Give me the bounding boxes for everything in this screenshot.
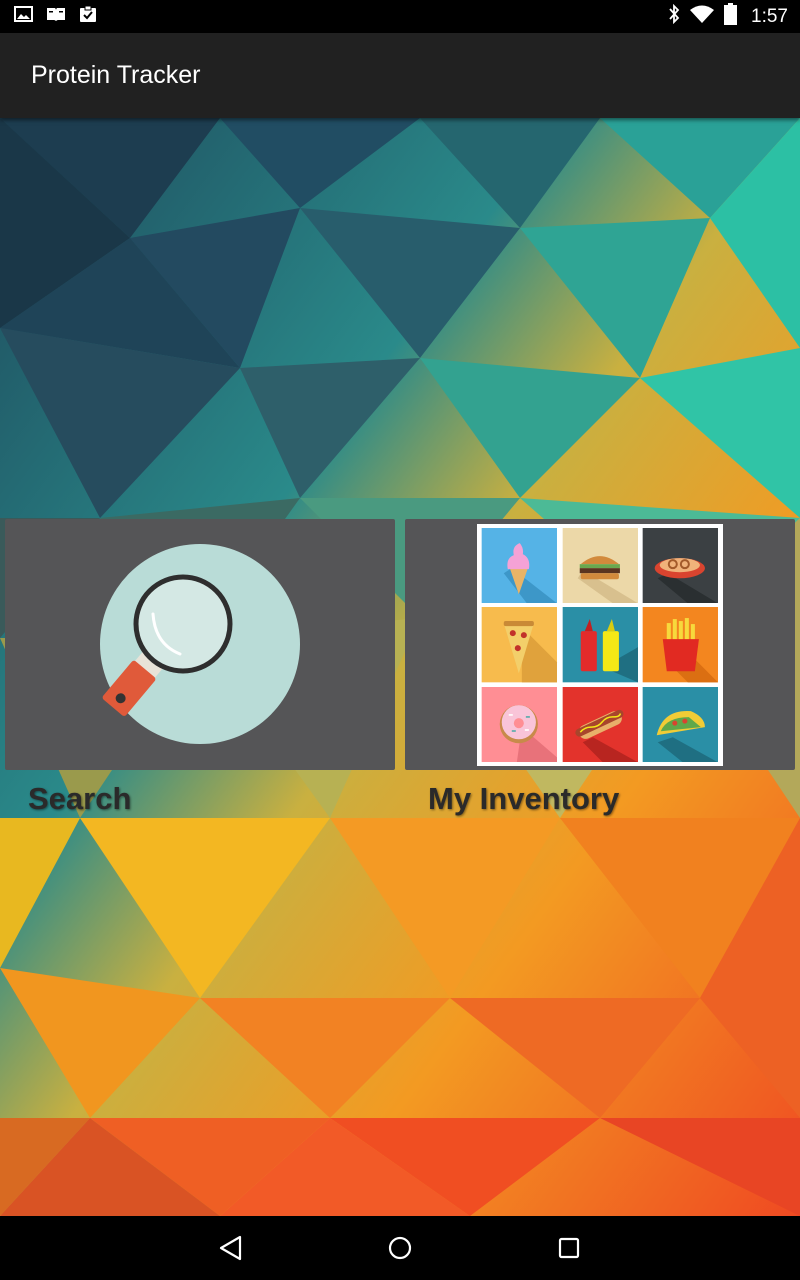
status-clock: 1:57 xyxy=(751,5,788,27)
back-button[interactable] xyxy=(204,1221,258,1275)
recents-button[interactable] xyxy=(542,1221,596,1275)
clipboard-check-icon xyxy=(79,5,97,28)
search-tile-label[interactable]: Search xyxy=(28,781,131,817)
search-tile[interactable] xyxy=(5,519,395,770)
pizza-slice-icon xyxy=(481,607,558,683)
burger-icon xyxy=(562,528,639,604)
donut-icon xyxy=(481,686,558,762)
hot-dog-icon xyxy=(562,686,639,762)
app-title: Protein Tracker xyxy=(31,61,201,89)
magnifier-icon xyxy=(100,544,300,744)
taco-icon xyxy=(642,686,719,762)
pretzel-icon xyxy=(642,528,719,604)
battery-icon xyxy=(724,3,738,30)
fries-icon xyxy=(642,607,719,683)
image-icon xyxy=(14,6,33,27)
wifi-icon xyxy=(690,5,715,28)
recents-icon xyxy=(558,1237,580,1259)
action-bar: Protein Tracker xyxy=(0,33,800,118)
navigation-bar xyxy=(0,1216,800,1280)
ice-cream-icon xyxy=(481,528,558,604)
home-icon xyxy=(388,1236,412,1260)
ketchup-mustard-icon xyxy=(562,607,639,683)
home-button[interactable] xyxy=(373,1221,427,1275)
status-bar: 1:57 xyxy=(0,0,800,33)
bluetooth-icon xyxy=(668,3,680,29)
book-icon xyxy=(46,6,66,27)
back-icon xyxy=(219,1235,242,1261)
food-grid-icon xyxy=(477,524,723,766)
inventory-tile-label[interactable]: My Inventory xyxy=(428,781,619,817)
inventory-tile[interactable] xyxy=(405,519,795,770)
